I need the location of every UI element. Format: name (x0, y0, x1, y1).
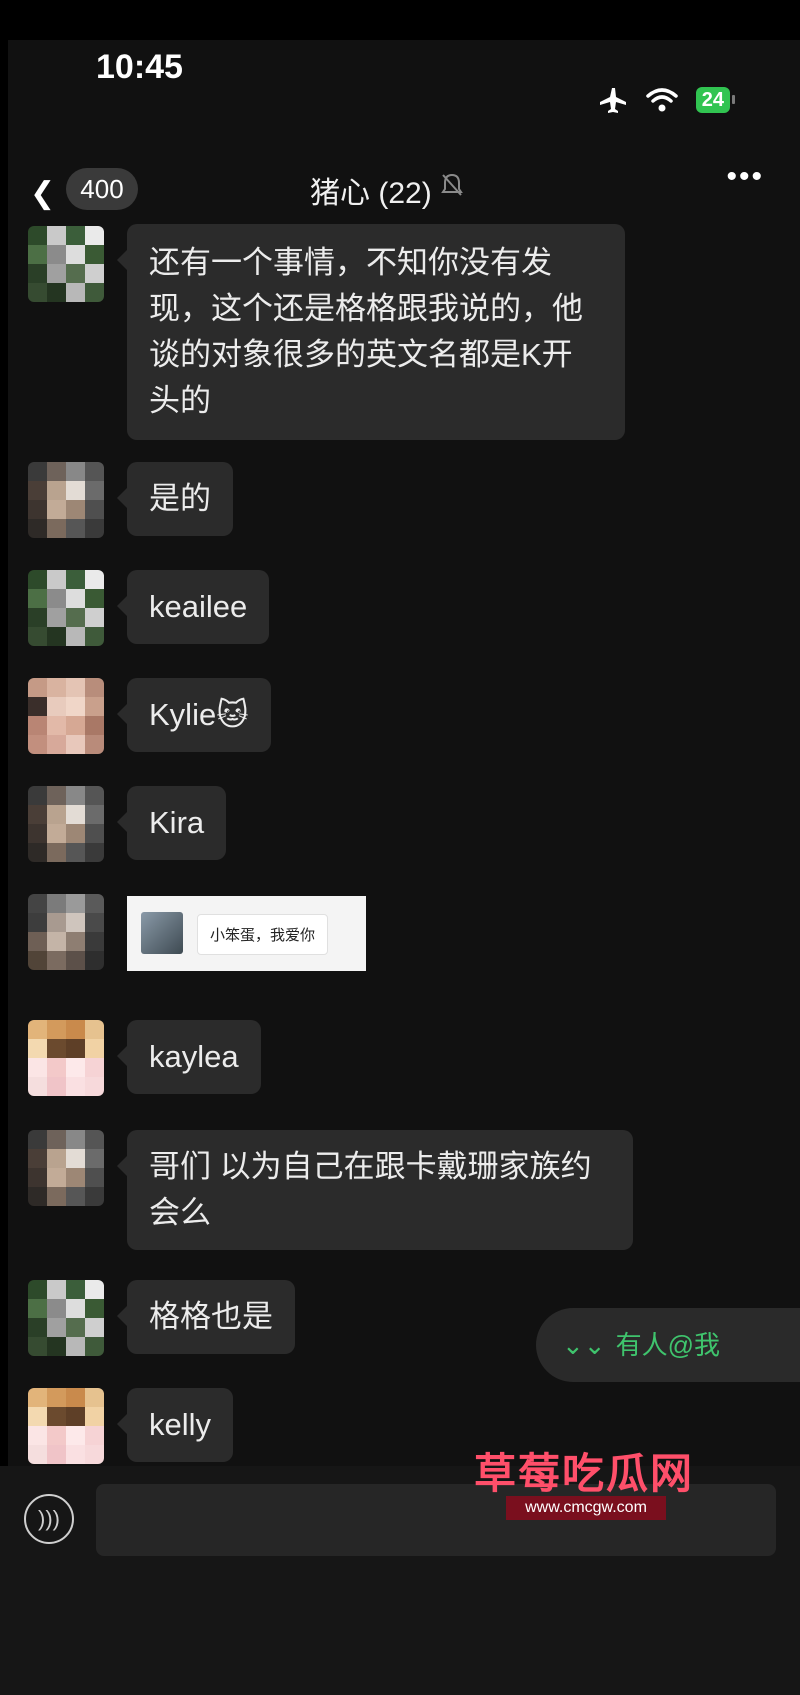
message-bubble: Kylie🐱 (117, 678, 271, 752)
avatar[interactable] (28, 462, 104, 538)
image-message[interactable]: 小笨蛋，我爱你 (127, 896, 366, 971)
message-bubble: keailee (116, 570, 270, 644)
status-icons: 24 (598, 86, 736, 114)
watermark-title: 草莓吃瓜网 (474, 1450, 695, 1497)
message-bubble: kelly (116, 1388, 234, 1462)
avatar[interactable] (28, 226, 104, 302)
message-bubble: kaylea (117, 1020, 261, 1094)
back-chevron-icon[interactable]: ❮ (30, 176, 55, 211)
image-thumbnail (141, 912, 183, 954)
unread-count-badge[interactable]: 400 (66, 168, 138, 210)
message-bubble: 还有一个事情，不知你没有发现，这个还是格格跟我说的，他谈的对象很多的英文名都是K… (117, 224, 625, 440)
avatar[interactable] (28, 894, 104, 970)
mention-jump-button[interactable]: ⌄⌄ 有人@我 (536, 1308, 800, 1382)
message-bubble: 是的 (117, 462, 233, 536)
message-bubble: Kira (116, 786, 227, 860)
avatar[interactable] (28, 678, 104, 754)
message-bubble: 格格也是 (117, 1280, 295, 1354)
wifi-icon (646, 88, 678, 112)
watermark-url: www.cmcgw.com (506, 1496, 666, 1520)
voice-input-icon[interactable]: ))) (24, 1494, 74, 1544)
message-bubble: 哥们 以为自己在跟卡戴珊家族约会么 (117, 1130, 633, 1250)
avatar[interactable] (28, 1280, 104, 1356)
airplane-icon (599, 88, 626, 113)
avatar[interactable] (28, 786, 104, 862)
avatar[interactable] (28, 1020, 104, 1096)
avatar[interactable] (28, 1130, 104, 1206)
chat-title: 猪心 (22) (310, 177, 432, 210)
avatar[interactable] (28, 1388, 104, 1464)
mute-bell-icon (441, 173, 463, 196)
status-time: 10:45 (96, 48, 183, 86)
battery-indicator: 24 (695, 87, 736, 113)
mention-label: 有人@我 (615, 1330, 720, 1360)
avatar[interactable] (28, 570, 104, 646)
double-chevron-down-icon: ⌄⌄ (562, 1330, 606, 1360)
image-caption: 小笨蛋，我爱你 (197, 914, 329, 955)
more-options-icon[interactable]: ••• (726, 160, 764, 194)
